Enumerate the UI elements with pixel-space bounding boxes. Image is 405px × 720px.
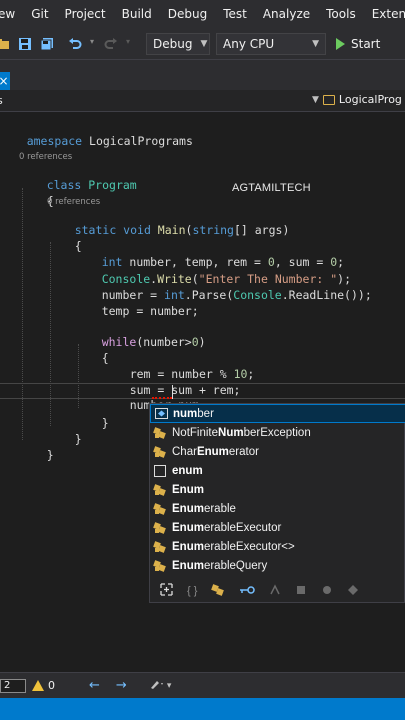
- class-icon: [153, 502, 167, 516]
- class-icon: [153, 540, 167, 554]
- menu-view[interactable]: ew: [0, 7, 23, 21]
- completion-item[interactable]: enum: [150, 461, 405, 480]
- completion-item[interactable]: EnumerableQuery: [150, 556, 405, 575]
- keyword-icon: [153, 464, 167, 478]
- menu-git[interactable]: Git: [23, 7, 56, 21]
- type-scope-label: LogicalProg: [338, 93, 402, 106]
- field-filter-icon[interactable]: [347, 584, 359, 599]
- braces-filter-icon[interactable]: { }: [187, 585, 197, 597]
- brush-icon[interactable]: [149, 678, 165, 693]
- indent-guide: [22, 188, 23, 440]
- menu-debug[interactable]: Debug: [160, 7, 215, 21]
- document-tab-strip: ×: [0, 60, 405, 90]
- completion-item[interactable]: EnumerableExecutor<>: [150, 537, 405, 556]
- watermark: AGTAMILTECH: [232, 182, 311, 194]
- open-icon[interactable]: [0, 37, 10, 51]
- warning-icon: [32, 680, 44, 691]
- current-line-highlight: [0, 383, 405, 399]
- error-count[interactable]: 2: [0, 678, 26, 693]
- codelens-references[interactable]: 0 references: [47, 197, 100, 207]
- navigate-forward-icon[interactable]: →: [116, 678, 127, 693]
- menu-build[interactable]: Build: [114, 7, 160, 21]
- completion-item[interactable]: number: [150, 404, 405, 423]
- field-icon: [154, 407, 168, 421]
- start-button[interactable]: Start: [336, 37, 380, 51]
- warning-count[interactable]: 0: [48, 679, 55, 692]
- error-squiggle: [152, 397, 172, 399]
- class-icon: [153, 445, 167, 459]
- class-icon: [322, 94, 335, 105]
- menu-bar: ew Git Project Build Debug Test Analyze …: [0, 0, 405, 28]
- undo-icon[interactable]: [68, 37, 82, 51]
- completion-item[interactable]: CharEnumerator: [150, 442, 405, 461]
- delegate-filter-icon[interactable]: [269, 583, 281, 599]
- class-icon: [153, 559, 167, 573]
- undo-dropdown-icon[interactable]: ▾: [90, 37, 96, 51]
- navigation-bar: ns ▼ LogicalProg: [0, 90, 405, 112]
- type-scope-dropdown[interactable]: ▼ LogicalProg: [312, 93, 402, 106]
- completion-item[interactable]: Enum: [150, 480, 405, 499]
- play-icon: [336, 37, 345, 50]
- intellisense-popup: number NotFiniteNumberException CharEnum…: [149, 403, 405, 603]
- close-tab-button[interactable]: ×: [0, 72, 10, 90]
- status-bar: [0, 698, 405, 720]
- class-icon: [153, 521, 167, 535]
- menu-analyze[interactable]: Analyze: [255, 7, 318, 21]
- class-filter-icon[interactable]: [211, 583, 225, 600]
- project-scope-dropdown[interactable]: ns: [0, 94, 3, 107]
- menu-project[interactable]: Project: [57, 7, 114, 21]
- completion-item[interactable]: Enumerable: [150, 499, 405, 518]
- toolbar: ▾ ▾ Debug ▼ Any CPU ▼ Start: [0, 28, 405, 60]
- event-filter-icon[interactable]: [321, 584, 333, 599]
- class-icon: [153, 483, 167, 497]
- redo-dropdown-icon[interactable]: ▾: [126, 37, 132, 51]
- menu-extensions[interactable]: Extens: [364, 7, 405, 21]
- text-caret: [172, 385, 173, 399]
- configuration-dropdown[interactable]: Debug ▼: [146, 32, 210, 55]
- enum-filter-icon[interactable]: [295, 584, 307, 599]
- chevron-down-icon: ▼: [312, 38, 319, 49]
- platform-value: Any CPU: [223, 36, 275, 51]
- completion-item[interactable]: EnumerableExecutor: [150, 518, 405, 537]
- save-all-icon[interactable]: [40, 37, 54, 51]
- chevron-down-icon[interactable]: ▾: [167, 681, 172, 691]
- save-icon[interactable]: [18, 37, 32, 51]
- code-line: }: [46, 448, 54, 462]
- key-filter-icon[interactable]: [239, 585, 256, 598]
- completion-item[interactable]: NotFiniteNumberException: [150, 423, 405, 442]
- completion-filter-bar: { }: [150, 580, 405, 602]
- menu-tools[interactable]: Tools: [318, 7, 364, 21]
- platform-dropdown[interactable]: Any CPU ▼: [216, 32, 326, 55]
- configuration-value: Debug: [153, 36, 193, 51]
- close-icon: ×: [0, 74, 9, 88]
- codelens-references[interactable]: 0 references: [19, 152, 72, 162]
- namespace-filter-icon[interactable]: [160, 583, 173, 599]
- chevron-down-icon: ▼: [312, 94, 319, 105]
- redo-icon[interactable]: [104, 37, 118, 51]
- chevron-down-icon: ▼: [200, 38, 208, 49]
- error-status-strip: 2 0 ← → ▾: [0, 672, 405, 698]
- navigate-back-icon[interactable]: ←: [89, 678, 100, 693]
- class-icon: [153, 426, 167, 440]
- start-label: Start: [351, 36, 381, 51]
- menu-test[interactable]: Test: [215, 7, 255, 21]
